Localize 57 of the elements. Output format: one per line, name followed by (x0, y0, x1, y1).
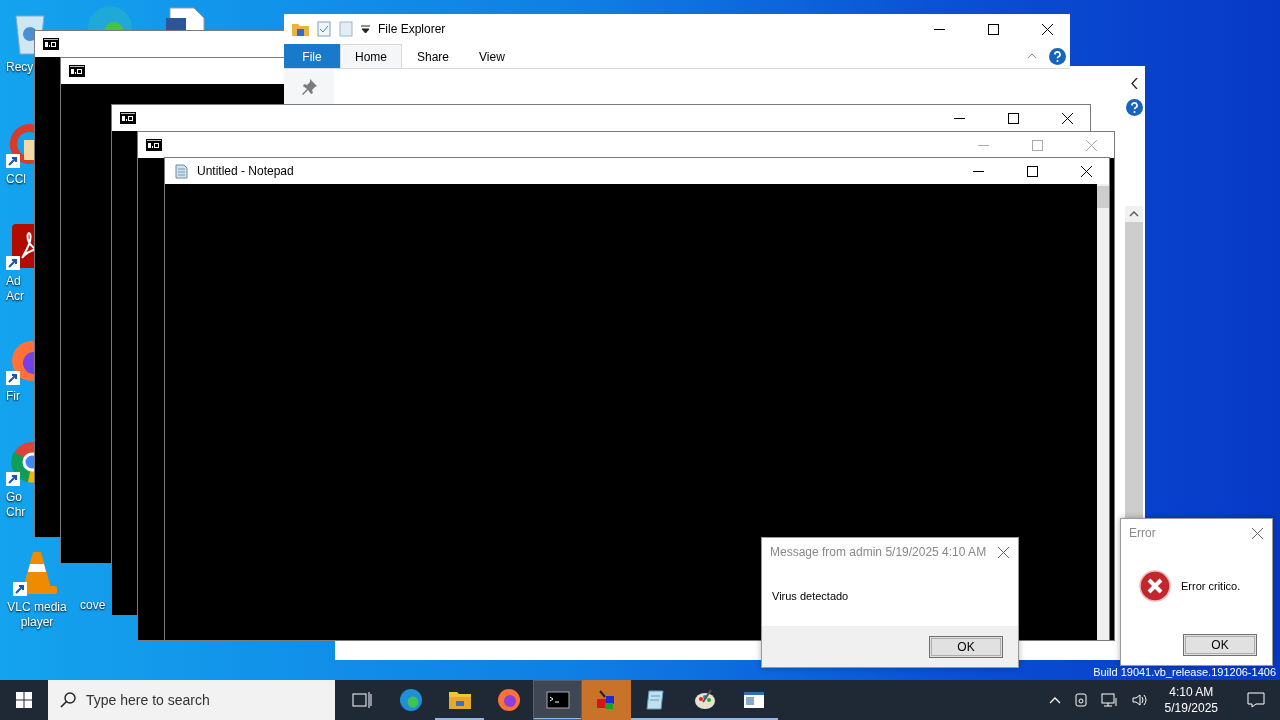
dialog-message: Virus detectado (772, 590, 849, 602)
icon-label[interactable]: Go (6, 490, 22, 505)
console-icon (43, 38, 59, 50)
scroll-up-icon[interactable] (1125, 206, 1143, 222)
search-icon (60, 692, 76, 708)
ribbon-tab[interactable]: File (284, 44, 340, 68)
ok-button[interactable]: OK (1183, 633, 1257, 656)
dialog-title: Message from admin 5/19/2025 4:10 AM (770, 545, 988, 559)
icon-label[interactable]: VLC media (7, 600, 67, 615)
notepad-icon (173, 163, 189, 179)
close-icon (1080, 165, 1092, 177)
pin-icon[interactable] (300, 78, 318, 96)
maximize-icon (1007, 112, 1019, 124)
icon-label[interactable]: Acr (6, 289, 24, 304)
icon-label[interactable]: CCl (6, 172, 26, 187)
help-icon[interactable] (1049, 47, 1066, 65)
icon-label[interactable]: Chr (6, 505, 26, 520)
build-text: Build 19041.vb_release.191206-1406 (1093, 666, 1276, 678)
scrollbar[interactable] (1097, 184, 1109, 640)
close-icon (1085, 139, 1097, 151)
chevron-left-icon[interactable] (1130, 78, 1138, 89)
clock[interactable]: 4:10 AM 5/19/2025 (1158, 684, 1224, 716)
close-icon (1251, 527, 1263, 539)
close-icon (1061, 112, 1073, 124)
terminal-icon (545, 688, 570, 712)
notification-icon (1247, 692, 1265, 708)
maximize-icon (1031, 139, 1043, 151)
dialog-message: Error critico. (1181, 579, 1241, 592)
maximize-icon (1026, 165, 1038, 177)
browser-icon (398, 688, 423, 712)
folder-icon (292, 22, 309, 36)
icon-label[interactable]: player (20, 615, 54, 630)
help-icon[interactable] (1125, 99, 1143, 116)
dropdown-icon[interactable] (361, 25, 370, 33)
windows-logo-icon (16, 692, 32, 708)
palette-icon (692, 688, 717, 712)
console-icon (69, 65, 85, 77)
maximize-icon (987, 23, 999, 35)
console-icon (120, 112, 136, 124)
icon-label[interactable]: cove (80, 598, 106, 613)
checkmark-icon[interactable] (317, 21, 331, 37)
window-title: Untitled - Notepad (197, 164, 295, 178)
dialog-title: Error (1129, 526, 1157, 540)
chevron-up-icon[interactable] (1027, 53, 1037, 59)
icon-label[interactable]: Fir (6, 389, 20, 404)
icon-label[interactable]: Recy (6, 60, 34, 75)
icon-label[interactable]: Ad (6, 274, 21, 289)
close-icon (997, 546, 1009, 558)
ok-button[interactable]: OK (929, 635, 1003, 658)
search-field[interactable]: Type here to search (48, 680, 335, 720)
taskbar-button[interactable] (533, 680, 582, 720)
error-icon (1139, 569, 1171, 602)
close-icon (1041, 23, 1053, 35)
ribbon-tab[interactable]: Home (340, 44, 402, 68)
console-icon (146, 139, 162, 151)
fox-browser-icon (496, 688, 521, 712)
window-title: File Explorer (378, 22, 447, 36)
